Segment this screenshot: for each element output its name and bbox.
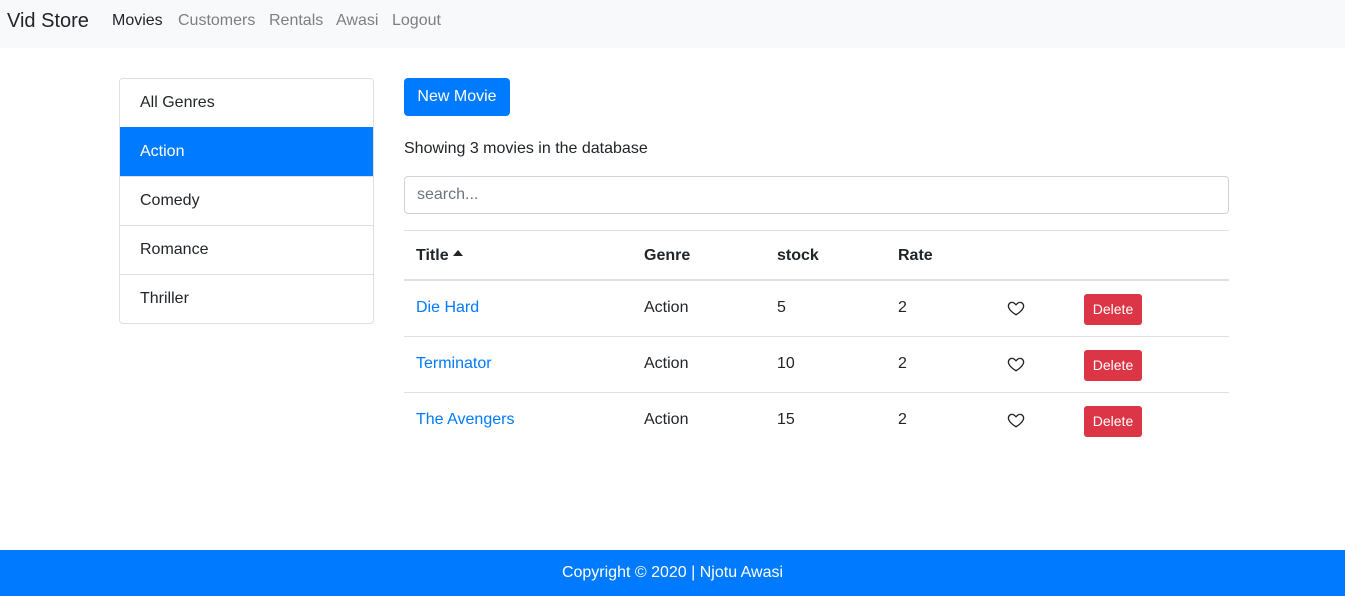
movie-title-link[interactable]: Die Hard (416, 298, 479, 318)
movie-title-link[interactable]: The Avengers (416, 410, 514, 430)
movies-table: Title Genre stock Rate Die Hard Action 5… (404, 230, 1229, 449)
column-header-genre[interactable]: Genre (644, 246, 690, 266)
movie-stock: 15 (777, 411, 795, 428)
heart-outline-icon[interactable] (1007, 299, 1025, 317)
movie-count-summary: Showing 3 movies in the database (404, 140, 648, 157)
column-header-rate[interactable]: Rate (898, 246, 933, 266)
movie-title-link[interactable]: Terminator (416, 354, 492, 374)
genre-item-thriller[interactable]: Thriller (120, 274, 373, 323)
delete-button[interactable]: Delete (1084, 294, 1142, 325)
movie-genre: Action (644, 355, 689, 372)
delete-button[interactable]: Delete (1084, 350, 1142, 381)
caret-up-icon (452, 250, 463, 256)
copyright-text: Copyright © 2020 | Njotu Awasi (561, 564, 784, 581)
search-input[interactable] (404, 176, 1229, 214)
column-header-title[interactable]: Title (416, 246, 463, 266)
new-movie-button[interactable]: New Movie (404, 78, 510, 116)
nav-link-rentals[interactable]: Rentals (269, 11, 323, 31)
genre-list: All Genres Action Comedy Romance Thrille… (119, 78, 374, 324)
navbar: Vid Store Movies Customers Rentals Awasi… (0, 0, 1345, 48)
table-header: Title Genre stock Rate (404, 231, 1229, 281)
genre-item-comedy[interactable]: Comedy (120, 176, 373, 225)
nav-link-logout[interactable]: Logout (392, 11, 441, 31)
nav-link-profile[interactable]: Awasi (336, 11, 378, 31)
column-header-stock[interactable]: stock (777, 246, 819, 266)
table-row: The Avengers Action 15 2 Delete (404, 393, 1229, 449)
movie-rate: 2 (898, 411, 907, 428)
table-row: Terminator Action 10 2 Delete (404, 337, 1229, 393)
genre-item-action[interactable]: Action (120, 127, 373, 176)
column-header-title-label: Title (416, 247, 449, 264)
heart-outline-icon[interactable] (1007, 411, 1025, 429)
brand-logo[interactable]: Vid Store (7, 9, 89, 33)
movie-rate: 2 (898, 355, 907, 372)
movie-genre: Action (644, 411, 689, 428)
genre-item-romance[interactable]: Romance (120, 225, 373, 274)
delete-button[interactable]: Delete (1084, 406, 1142, 437)
table-row: Die Hard Action 5 2 Delete (404, 281, 1229, 337)
heart-outline-icon[interactable] (1007, 355, 1025, 373)
nav-link-movies[interactable]: Movies (112, 11, 163, 31)
nav-link-customers[interactable]: Customers (178, 11, 255, 31)
movie-stock: 5 (777, 299, 786, 316)
movie-rate: 2 (898, 299, 907, 316)
movie-genre: Action (644, 299, 689, 316)
footer: Copyright © 2020 | Njotu Awasi (0, 550, 1345, 596)
genre-item-all[interactable]: All Genres (120, 79, 373, 127)
movie-stock: 10 (777, 355, 795, 372)
